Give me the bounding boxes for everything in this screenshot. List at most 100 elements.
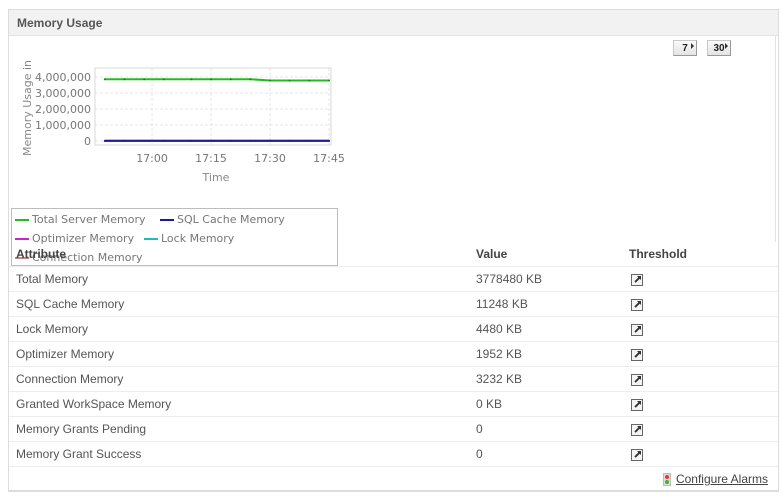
legend-item-total-server-memory[interactable]: Total Server Memory (15, 213, 146, 226)
value-cell: 0 KB (469, 391, 622, 417)
data-point[interactable] (229, 139, 232, 142)
attribute-cell: Connection Memory (9, 366, 469, 392)
threshold-config-icon[interactable] (631, 298, 643, 311)
data-point[interactable] (210, 78, 213, 81)
data-point[interactable] (143, 139, 146, 142)
value-cell: 0 (469, 416, 622, 442)
value-cell: 3232 KB (469, 366, 622, 392)
configure-alarms-link[interactable]: Configure Alarms (676, 472, 768, 486)
threshold-config-icon[interactable] (631, 348, 643, 361)
attribute-cell: Total Memory (9, 266, 469, 292)
data-point[interactable] (249, 139, 252, 142)
attribute-cell: Granted WorkSpace Memory (9, 391, 469, 417)
table-header-row: Attribute Value Threshold (9, 242, 778, 267)
x-tick-label: 17:45 (313, 152, 345, 165)
period-30-days-button[interactable]: 30 (707, 40, 731, 56)
threshold-config-icon[interactable] (631, 323, 643, 336)
memory-usage-chart: 0 1,000,000 2,000,000 3,000,000 4,000,000 17… (21, 60, 345, 184)
data-point[interactable] (308, 139, 311, 142)
attribute-cell: Optimizer Memory (9, 341, 469, 367)
y-tick-label: 1,000,000 (35, 119, 91, 132)
attributes-table: Attribute Value Threshold Total Memory 37… (9, 242, 778, 467)
data-point[interactable] (103, 139, 106, 142)
legend-item-sql-cache-memory[interactable]: SQL Cache Memory (160, 213, 285, 226)
y-tick-label: 0 (84, 135, 91, 148)
memory-usage-panel: Memory Usage 7 30 0 1,000,000 2,000,000 3,0… (8, 9, 779, 492)
data-point[interactable] (308, 79, 311, 82)
value-cell: 3778480 KB (469, 266, 622, 292)
data-point[interactable] (328, 139, 330, 142)
y-axis-label: Memory Usage in (21, 60, 34, 156)
threshold-cell (622, 316, 778, 342)
table-row: Optimizer Memory 1952 KB (9, 341, 778, 367)
header-threshold: Threshold (622, 242, 778, 267)
chart-area: 7 30 0 1,000,000 2,000,000 3,000,000 4,000,0… (9, 36, 776, 266)
x-tick-label: 17:30 (254, 152, 286, 165)
play-arrow-icon (691, 43, 694, 49)
data-point[interactable] (190, 78, 193, 81)
data-point[interactable] (103, 78, 106, 81)
panel-header: Memory Usage (9, 10, 778, 36)
table-row: Granted WorkSpace Memory 0 KB (9, 391, 778, 417)
threshold-config-icon[interactable] (631, 398, 643, 411)
data-point[interactable] (269, 79, 272, 82)
value-cell: 11248 KB (469, 291, 622, 317)
x-tick-label: 17:15 (195, 152, 227, 165)
value-cell: 0 (469, 441, 622, 467)
y-axis-ticks: 0 1,000,000 2,000,000 3,000,000 4,000,000 (35, 71, 91, 148)
attribute-cell: Memory Grant Success (9, 441, 469, 467)
data-point[interactable] (229, 78, 232, 81)
y-tick-label: 3,000,000 (35, 87, 91, 100)
table-row: Connection Memory 3232 KB (9, 366, 778, 392)
x-axis-label: Time (202, 171, 230, 184)
threshold-cell (622, 366, 778, 392)
table-row: SQL Cache Memory 11248 KB (9, 291, 778, 317)
value-cell: 1952 KB (469, 341, 622, 367)
attribute-cell: Memory Grants Pending (9, 416, 469, 442)
x-tick-label: 17:00 (136, 152, 168, 165)
value-cell: 4480 KB (469, 316, 622, 342)
legend-label: Total Server Memory (32, 213, 146, 226)
period-7-label: 7 (682, 43, 688, 54)
attribute-cell: SQL Cache Memory (9, 291, 469, 317)
y-tick-label: 2,000,000 (35, 103, 91, 116)
table-row: Lock Memory 4480 KB (9, 316, 778, 342)
play-arrow-icon (725, 43, 728, 49)
data-point[interactable] (210, 139, 213, 142)
legend-swatch (15, 237, 29, 240)
threshold-config-icon[interactable] (631, 273, 643, 286)
x-axis-ticks: 17:00 17:15 17:30 17:45 (136, 152, 345, 165)
legend-label: SQL Cache Memory (177, 213, 285, 226)
footer: Configure Alarms (662, 472, 768, 486)
data-point[interactable] (288, 79, 291, 82)
data-point[interactable] (249, 78, 252, 81)
data-point[interactable] (269, 139, 272, 142)
header-value: Value (469, 242, 622, 267)
threshold-cell (622, 266, 778, 292)
threshold-config-icon[interactable] (631, 373, 643, 386)
data-point[interactable] (162, 78, 165, 81)
legend-swatch (160, 218, 174, 221)
period-7-days-button[interactable]: 7 (673, 40, 697, 56)
legend-swatch (15, 218, 29, 221)
data-point[interactable] (162, 139, 165, 142)
threshold-cell (622, 291, 778, 317)
threshold-cell (622, 341, 778, 367)
period-30-label: 30 (713, 43, 725, 54)
chart-series (103, 78, 330, 142)
data-point[interactable] (190, 139, 193, 142)
data-point[interactable] (123, 139, 126, 142)
y-tick-label: 4,000,000 (35, 71, 91, 84)
table-row: Total Memory 3778480 KB (9, 266, 778, 292)
attribute-cell: Lock Memory (9, 316, 469, 342)
series-line-total-server-memory (104, 78, 329, 82)
threshold-config-icon[interactable] (631, 448, 643, 461)
data-point[interactable] (288, 139, 291, 142)
data-point[interactable] (143, 78, 146, 81)
threshold-config-icon[interactable] (631, 423, 643, 436)
threshold-cell (622, 441, 778, 467)
data-point[interactable] (328, 79, 330, 82)
panel-title: Memory Usage (17, 16, 103, 30)
table-row: Memory Grants Pending 0 (9, 416, 778, 442)
data-point[interactable] (123, 78, 126, 81)
